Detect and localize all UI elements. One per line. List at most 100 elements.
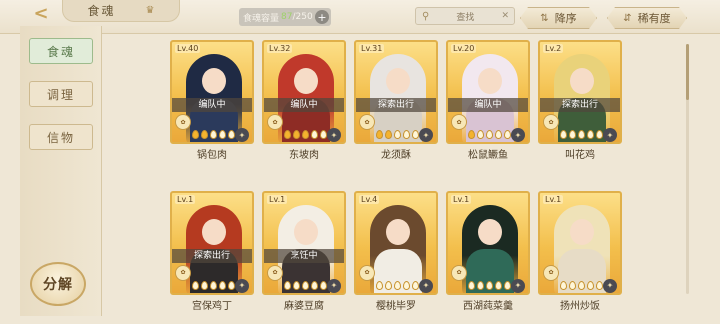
- character-face: [386, 218, 410, 245]
- star-icon: [293, 280, 300, 290]
- food-soul-card[interactable]: Lv.31 探索出行 ✿ ✦ 龙须酥: [354, 40, 438, 165]
- scrollbar-thumb[interactable]: [686, 44, 689, 100]
- card-frame: Lv.1 ✿ ✦: [538, 190, 622, 295]
- character-face: [202, 218, 226, 245]
- skill-icon: ✦: [235, 128, 249, 142]
- card-frame: Lv.1 探索出行 ✿ ✦: [170, 190, 254, 295]
- character-name: 西湖莼菜羹: [463, 300, 513, 312]
- star-icon: [486, 280, 493, 290]
- star-icon: [376, 130, 383, 139]
- skill-icon: ✦: [603, 128, 617, 142]
- star-icon: [596, 130, 603, 139]
- scrollbar[interactable]: [686, 44, 689, 294]
- type-badge-icon: ✿: [543, 264, 559, 281]
- capacity-label: 食魂容量: [243, 13, 280, 24]
- food-soul-card[interactable]: Lv.1 烹饪中 ✿ ✦ 麻婆豆腐: [262, 190, 346, 316]
- skill-icon: ✦: [419, 128, 433, 142]
- tab-tokens[interactable]: 信物: [29, 124, 93, 150]
- star-icon: [320, 130, 327, 139]
- star-icon: [403, 130, 410, 139]
- food-soul-card[interactable]: Lv.1 ✿ ✦ 西湖莼菜羹: [446, 190, 530, 316]
- star-icon: [284, 280, 291, 290]
- level-label: Lv.31: [359, 44, 385, 53]
- star-icon: [293, 130, 300, 139]
- star-icon: [495, 280, 502, 290]
- food-soul-card[interactable]: Lv.1 探索出行 ✿ ✦ 宫保鸡丁: [170, 190, 254, 316]
- type-badge-icon: ✿: [543, 114, 559, 130]
- star-icon: [302, 280, 309, 290]
- star-icon: [385, 130, 392, 139]
- star-icon: [228, 130, 235, 139]
- food-soul-card[interactable]: Lv.2 探索出行 ✿ ✦ 叫花鸡: [538, 40, 622, 165]
- add-capacity-button[interactable]: +: [315, 10, 329, 24]
- character-name: 扬州炒饭: [560, 300, 600, 312]
- star-icon: [394, 280, 401, 290]
- page-title-tab: 食魂 ♛: [62, 0, 180, 22]
- food-soul-grid: Lv.40 编队中 ✿ ✦ 锅包肉 Lv.32 编队中 ✿ ✦ 东坡肉 Lv.3: [170, 40, 670, 324]
- rarity-filter-button[interactable]: ⇵ 稀有度: [607, 7, 687, 29]
- food-soul-card[interactable]: Lv.20 编队中 ✿ ✦ 松鼠鳜鱼: [446, 40, 530, 165]
- skill-icon: ✦: [419, 278, 433, 293]
- star-icon: [412, 280, 419, 290]
- star-icon: [192, 280, 199, 290]
- star-rating: [284, 280, 327, 290]
- tab-conditioning[interactable]: 调理: [29, 81, 93, 107]
- status-bar: 编队中: [448, 98, 528, 112]
- status-bar: 探索出行: [540, 98, 620, 112]
- sort-button[interactable]: ⇅ 降序: [520, 7, 597, 29]
- card-frame: Lv.40 编队中 ✿ ✦: [170, 40, 254, 144]
- skill-icon: ✦: [327, 128, 341, 142]
- status-bar: 探索出行: [172, 248, 252, 263]
- status-bar: 编队中: [264, 98, 344, 112]
- page-title: 食魂: [87, 4, 116, 18]
- search-placeholder: 查找: [456, 12, 475, 23]
- star-icon: [468, 130, 475, 139]
- character-face: [570, 68, 594, 94]
- character-face: [202, 68, 226, 94]
- level-label: Lv.1: [451, 194, 472, 204]
- decompose-button[interactable]: 分解: [30, 262, 86, 306]
- food-soul-card[interactable]: Lv.40 编队中 ✿ ✦ 锅包肉: [170, 40, 254, 165]
- back-arrow-icon[interactable]: <: [24, 2, 58, 24]
- star-rating: [560, 280, 603, 290]
- star-icon: [320, 280, 327, 290]
- star-icon: [412, 130, 419, 139]
- rarity-label: 稀有度: [637, 12, 671, 25]
- food-soul-card[interactable]: Lv.4 ✿ ✦ 樱桃毕罗: [354, 190, 438, 316]
- search-input[interactable]: ⚲ 查找 ✕: [415, 7, 515, 25]
- card-frame: Lv.20 编队中 ✿ ✦: [446, 40, 530, 144]
- level-label: Lv.1: [267, 194, 288, 204]
- level-label: Lv.2: [543, 44, 564, 53]
- capacity-max: /250: [292, 12, 313, 22]
- type-badge-icon: ✿: [267, 264, 283, 281]
- star-icon: [219, 130, 226, 139]
- capacity-indicator: 食魂容量 87 /250 +: [239, 8, 331, 26]
- tab-label: 调理: [46, 87, 75, 102]
- star-icon: [385, 280, 392, 290]
- star-rating: [560, 130, 603, 139]
- food-soul-card[interactable]: Lv.32 编队中 ✿ ✦ 东坡肉: [262, 40, 346, 165]
- status-bar: 编队中: [172, 98, 252, 112]
- food-soul-card[interactable]: Lv.1 ✿ ✦ 扬州炒饭: [538, 190, 622, 316]
- star-icon: [192, 130, 199, 139]
- filter-icon: ⇵: [623, 12, 632, 24]
- level-label: Lv.32: [267, 44, 293, 53]
- level-label: Lv.40: [175, 44, 201, 53]
- decompose-label: 分解: [43, 277, 73, 293]
- star-icon: [578, 280, 585, 290]
- tab-food-soul[interactable]: 食魂: [29, 38, 93, 64]
- clear-icon[interactable]: ✕: [501, 11, 509, 21]
- star-icon: [311, 280, 318, 290]
- type-badge-icon: ✿: [175, 264, 191, 281]
- star-icon: [403, 280, 410, 290]
- skill-icon: ✦: [511, 278, 525, 293]
- star-rating: [192, 280, 235, 290]
- star-icon: [495, 130, 502, 139]
- character-name: 东坡肉: [289, 150, 319, 161]
- crown-icon: ♛: [145, 5, 155, 16]
- card-frame: Lv.31 探索出行 ✿ ✦: [354, 40, 438, 144]
- sort-label: 降序: [554, 12, 577, 25]
- character-face: [294, 218, 318, 245]
- star-icon: [569, 280, 576, 290]
- status-bar: 烹饪中: [264, 248, 344, 263]
